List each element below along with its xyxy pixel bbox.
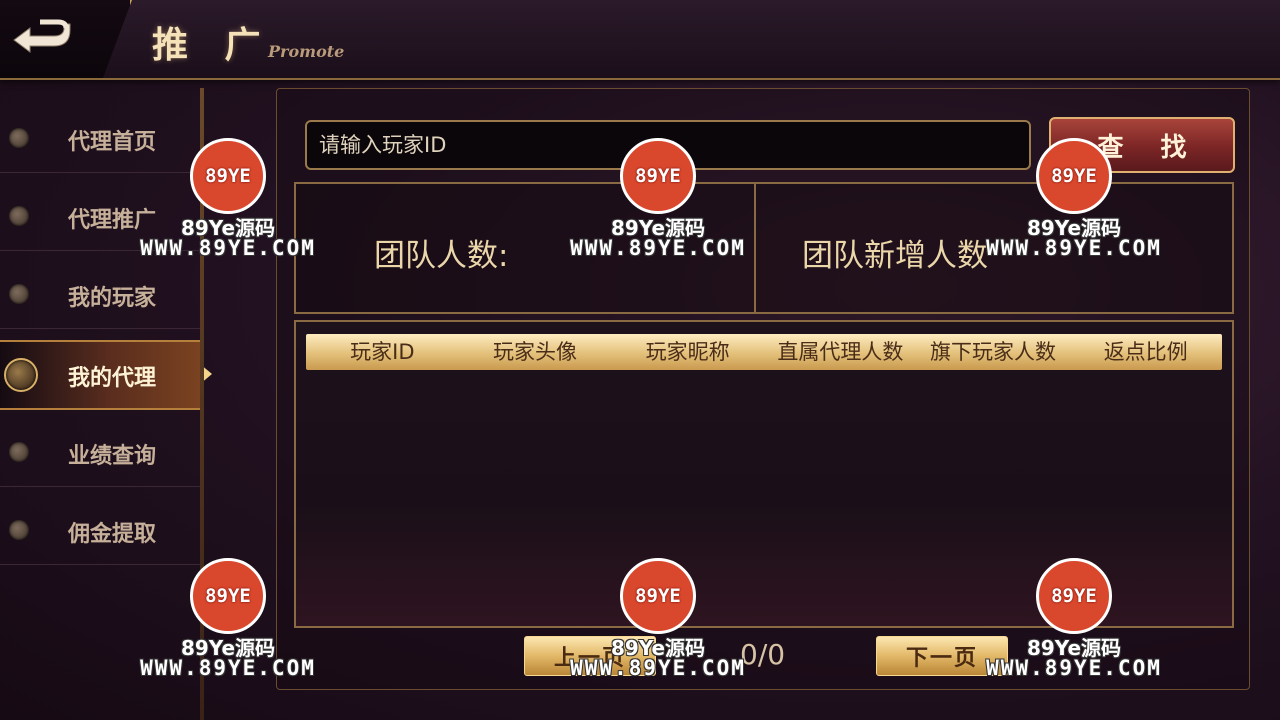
column-header-sub-players: 旗下玩家人数 xyxy=(930,340,1057,364)
bullet-icon xyxy=(9,520,29,540)
watermark-url: WWW.89YE.COM xyxy=(570,236,746,260)
sidebar-item-label: 业绩查询 xyxy=(68,443,157,469)
sidebar-item-performance[interactable]: 业绩查询 xyxy=(0,420,200,487)
watermark-badge: 89YE xyxy=(620,138,696,214)
watermark-badge: 89YE xyxy=(190,558,266,634)
column-header-direct-agents: 直属代理人数 xyxy=(777,340,904,364)
watermark: 89YE 89Ye源码 WWW.89YE.COM xyxy=(548,138,768,278)
sidebar-item-my-agents[interactable]: 我的代理 xyxy=(0,340,212,410)
table-header: 玩家ID 玩家头像 玩家昵称 直属代理人数 旗下玩家人数 返点比例 xyxy=(306,334,1222,370)
column-header-nickname: 玩家昵称 xyxy=(645,340,730,364)
bullet-icon xyxy=(9,128,29,148)
page-title: 推 广 xyxy=(152,24,273,66)
bullet-icon xyxy=(9,442,29,462)
bullet-icon xyxy=(4,358,38,392)
column-header-avatar: 玩家头像 xyxy=(493,340,577,364)
back-button[interactable] xyxy=(10,12,74,56)
watermark-url: WWW.89YE.COM xyxy=(986,656,1162,680)
team-new-count-label: 团队新增人数 xyxy=(802,238,988,274)
sidebar-item-label: 佣金提取 xyxy=(68,521,157,547)
bullet-icon xyxy=(9,284,29,304)
watermark-url: WWW.89YE.COM xyxy=(140,656,316,680)
column-header-rebate-ratio: 返点比例 xyxy=(1103,340,1188,364)
back-arrow-icon xyxy=(13,19,71,53)
watermark: 89YE 89Ye源码 WWW.89YE.COM xyxy=(118,558,338,698)
watermark-badge: 89YE xyxy=(1036,558,1112,634)
watermark: 89YE 89Ye源码 WWW.89YE.COM xyxy=(964,138,1184,278)
watermark-url: WWW.89YE.COM xyxy=(140,236,316,260)
sidebar-item-label: 我的代理 xyxy=(68,365,157,391)
page-subtitle: Promote xyxy=(268,42,345,61)
column-header-player-id: 玩家ID xyxy=(350,340,415,364)
watermark: 89YE 89Ye源码 WWW.89YE.COM xyxy=(964,558,1184,698)
watermark-url: WWW.89YE.COM xyxy=(986,236,1162,260)
watermark-badge: 89YE xyxy=(190,138,266,214)
watermark-url: WWW.89YE.COM xyxy=(570,656,746,680)
team-count-label: 团队人数: xyxy=(374,238,509,274)
sidebar-item-commission[interactable]: 佣金提取 xyxy=(0,498,200,565)
watermark-badge: 89YE xyxy=(620,558,696,634)
watermark: 89YE 89Ye源码 WWW.89YE.COM xyxy=(548,558,768,698)
sidebar-item-label: 我的玩家 xyxy=(68,285,157,311)
watermark-badge: 89YE xyxy=(1036,138,1112,214)
top-bar: 推 广 Promote xyxy=(0,0,1280,80)
watermark: 89YE 89Ye源码 WWW.89YE.COM xyxy=(118,138,338,278)
bullet-icon xyxy=(9,206,29,226)
